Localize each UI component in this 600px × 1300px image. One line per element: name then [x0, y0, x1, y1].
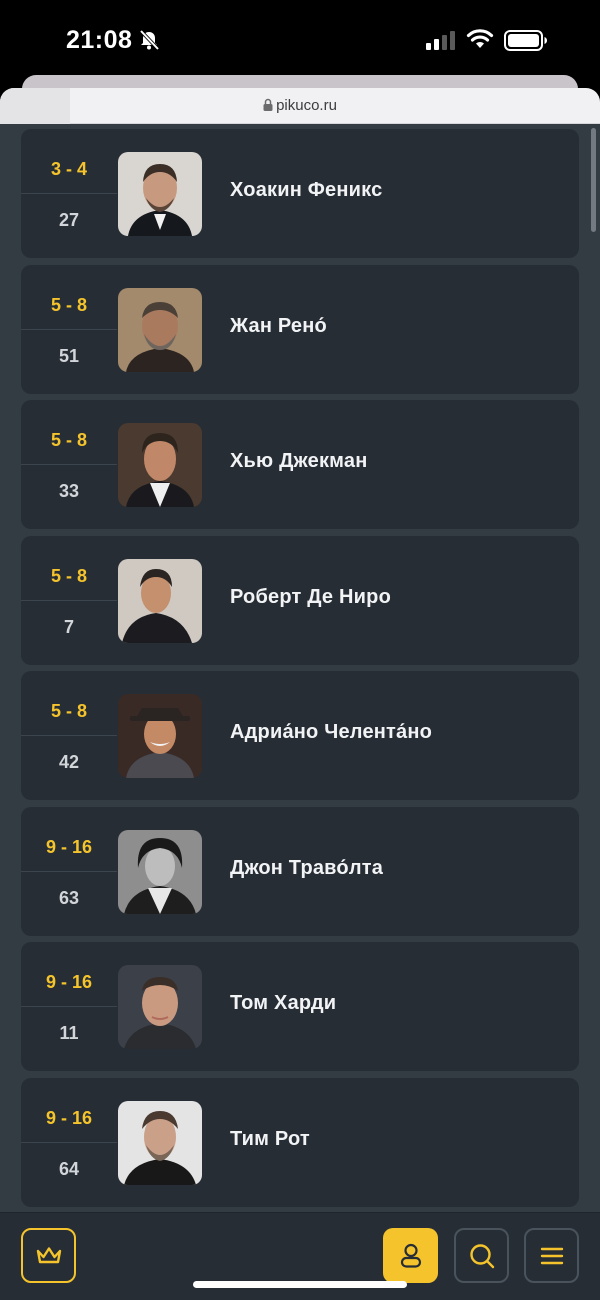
rank-column: 5 - 8 33 — [21, 400, 117, 529]
rank-divider — [21, 599, 117, 601]
rank-divider — [21, 328, 117, 330]
rank-range: 9 - 16 — [45, 1107, 93, 1128]
search-button[interactable] — [454, 1228, 509, 1283]
rank-divider — [21, 193, 117, 194]
portrait-icon — [118, 829, 202, 914]
ranking-card[interactable]: 5 - 8 33 Хью Джекман — [21, 400, 579, 529]
rank-range: 5 - 8 — [50, 565, 88, 586]
actor-name: Роберт Де Ниро — [230, 585, 391, 608]
score-value: 42 — [58, 752, 80, 772]
portrait-icon — [118, 287, 202, 372]
actor-name: Хью Джекман — [230, 450, 368, 472]
rank-column: 9 - 16 11 — [21, 942, 117, 1071]
rank-range: 9 - 16 — [45, 972, 93, 992]
profile-button[interactable] — [383, 1228, 438, 1283]
score-value: 63 — [58, 887, 80, 908]
rank-column: 5 - 8 42 — [21, 671, 117, 800]
crown-button[interactable] — [21, 1228, 76, 1283]
crown-icon — [36, 1246, 61, 1263]
ranking-card[interactable]: 3 - 4 27 Хоакин Феникс — [21, 129, 579, 258]
actor-photo — [118, 829, 202, 914]
url-text: pikuco.ru — [276, 97, 337, 114]
actor-photo — [118, 1100, 202, 1185]
portrait-icon — [118, 1100, 202, 1185]
cellular-signal-icon — [426, 31, 455, 50]
portrait-icon — [118, 423, 202, 507]
rank-divider — [21, 1141, 117, 1143]
url-display[interactable]: pikuco.ru — [0, 97, 600, 114]
portrait-icon — [118, 558, 202, 643]
score-value: 51 — [58, 345, 80, 366]
profile-icon — [400, 1243, 421, 1268]
home-indicator[interactable] — [193, 1281, 407, 1288]
portrait-icon — [118, 694, 202, 778]
score-value: 27 — [58, 210, 80, 230]
wifi-icon — [466, 29, 494, 48]
actor-name: Жан Рено́ — [230, 314, 327, 337]
ranking-card[interactable]: 9 - 16 64 Тим Рот — [21, 1077, 579, 1207]
address-bar[interactable]: pikuco.ru — [0, 88, 600, 124]
rank-divider — [21, 735, 117, 736]
status-bar: 21:08 — [0, 0, 600, 80]
actor-photo — [118, 423, 202, 507]
actor-photo — [118, 965, 202, 1049]
battery-icon — [504, 30, 547, 51]
actor-name: Хоакин Феникс — [230, 179, 383, 201]
actor-name: Тим Рот — [230, 1127, 310, 1150]
rank-range: 5 - 8 — [50, 430, 88, 450]
rank-divider — [21, 870, 117, 872]
actor-name: Джон Траво́лта — [230, 856, 384, 879]
ranking-list: 3 - 4 27 Хоакин Феникс 5 - 8 51 Жан Рено… — [21, 129, 579, 1212]
portrait-icon — [118, 152, 202, 236]
rank-column: 5 - 8 7 — [21, 536, 117, 665]
actor-name: Адриа́но Челента́но — [230, 721, 433, 743]
page-content: 3 - 4 27 Хоакин Феникс 5 - 8 51 Жан Рено… — [0, 124, 600, 1212]
menu-icon — [540, 1247, 563, 1264]
rank-range: 5 - 8 — [50, 701, 88, 721]
ranking-card[interactable]: 9 - 16 11 Том Харди — [21, 942, 579, 1071]
lock-icon — [263, 98, 273, 111]
rank-divider — [21, 464, 117, 465]
ranking-card[interactable]: 5 - 8 42 Адриа́но Челента́но — [21, 671, 579, 800]
scrollbar[interactable] — [591, 128, 596, 232]
ranking-card[interactable]: 5 - 8 7 Роберт Де Ниро — [21, 535, 579, 665]
rank-column: 3 - 4 27 — [21, 129, 117, 258]
rank-range: 9 - 16 — [45, 836, 93, 857]
score-value: 64 — [58, 1158, 80, 1179]
score-value: 11 — [59, 1023, 79, 1043]
score-value: 33 — [58, 481, 80, 501]
rank-column: 9 - 16 63 — [21, 807, 117, 936]
actor-photo — [118, 287, 202, 372]
rank-column: 5 - 8 51 — [21, 265, 117, 394]
search-icon — [469, 1243, 494, 1268]
actor-photo — [118, 152, 202, 236]
score-value: 7 — [63, 616, 74, 637]
actor-name: Том Харди — [230, 992, 337, 1014]
ranking-card[interactable]: 9 - 16 63 Джон Траво́лта — [21, 806, 579, 936]
actor-photo — [118, 558, 202, 643]
status-time: 21:08 — [66, 26, 133, 54]
rank-range: 3 - 4 — [50, 159, 88, 179]
ranking-card[interactable]: 5 - 8 51 Жан Рено́ — [21, 264, 579, 394]
menu-button[interactable] — [524, 1228, 579, 1283]
rank-range: 5 - 8 — [50, 294, 88, 315]
actor-photo — [118, 694, 202, 778]
rank-column: 9 - 16 64 — [21, 1078, 117, 1207]
portrait-icon — [118, 965, 202, 1049]
bell-muted-icon — [139, 29, 160, 51]
rank-divider — [21, 1006, 117, 1007]
